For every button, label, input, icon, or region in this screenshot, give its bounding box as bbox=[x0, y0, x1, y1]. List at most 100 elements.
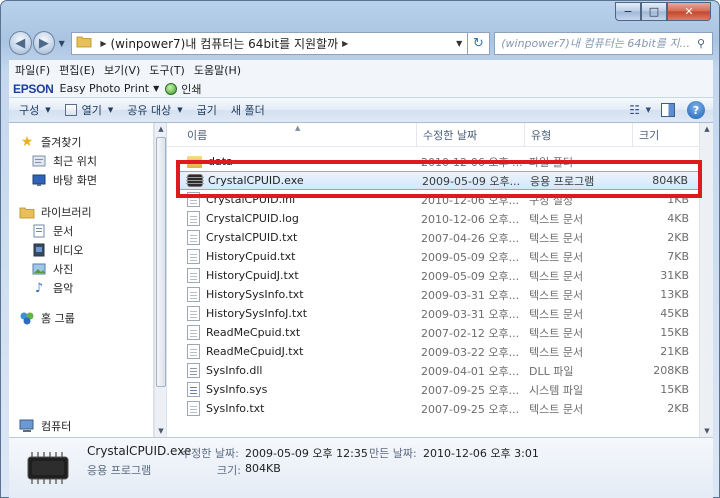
nav-recent[interactable]: 최근 위치 bbox=[31, 152, 97, 170]
maximize-button[interactable]: □ bbox=[641, 2, 667, 21]
view-dropdown-icon[interactable]: ▼ bbox=[646, 106, 651, 114]
homegroup-icon bbox=[19, 311, 35, 325]
text-file-icon bbox=[187, 230, 200, 245]
nav-libraries[interactable]: 라이브러리 bbox=[19, 203, 92, 221]
help-icon[interactable]: ? bbox=[687, 101, 705, 119]
breadcrumb-chevron-icon[interactable]: ▶ bbox=[100, 39, 106, 48]
address-dropdown-icon[interactable]: ▼ bbox=[450, 38, 467, 48]
menu-file[interactable]: 파일(F) bbox=[15, 62, 50, 78]
refresh-icon: ↻ bbox=[473, 35, 484, 51]
file-row[interactable]: CrystalCPUID.txt 2007-04-26 오후... 텍스트 문서 2… bbox=[179, 228, 699, 247]
recent-pages-dropdown[interactable]: ▼ bbox=[56, 39, 67, 48]
preview-pane-icon[interactable] bbox=[661, 103, 675, 117]
file-row[interactable]: SysInfo.dll 2009-04-01 오후... DLL 파일 208KB bbox=[179, 361, 699, 380]
text-file-icon bbox=[187, 249, 200, 264]
close-button[interactable]: ✕ bbox=[667, 2, 711, 21]
file-list-scrollbar[interactable]: ▲ ▼ bbox=[699, 123, 713, 437]
menu-help[interactable]: 도움말(H) bbox=[194, 62, 241, 78]
nav-scrollbar[interactable]: ▲ ▼ bbox=[154, 123, 166, 437]
text-file-icon bbox=[187, 401, 200, 416]
desktop-icon bbox=[31, 173, 47, 187]
refresh-button[interactable]: ↻ bbox=[467, 31, 491, 55]
details-created-label: 만든 날짜: bbox=[369, 447, 417, 460]
print-icon bbox=[165, 82, 178, 95]
nav-favorites[interactable]: ★ 즐겨찾기 bbox=[19, 133, 82, 151]
details-created-value: 2010-12-06 오후 3:01 bbox=[423, 447, 539, 460]
nav-documents[interactable]: 문서 bbox=[31, 222, 73, 240]
breadcrumb-chevron-icon[interactable]: ▶ bbox=[342, 39, 348, 48]
settings-file-icon bbox=[187, 192, 200, 207]
music-icon: ♪ bbox=[34, 280, 44, 296]
details-modified-value: 2009-05-09 오후 12:35 bbox=[245, 447, 368, 460]
file-row[interactable]: HistoryCpuid.txt 2009-05-09 오후... 텍스트 문서 7… bbox=[179, 247, 699, 266]
file-row[interactable]: ReadMeCpuid.txt 2007-02-12 오후... 텍스트 문서 15… bbox=[179, 323, 699, 342]
column-size[interactable]: 크기 bbox=[633, 123, 699, 147]
star-icon: ★ bbox=[20, 134, 34, 150]
column-date[interactable]: 수정한 날짜 bbox=[417, 123, 525, 147]
address-row: ◀ ▶ ▼ ▶ (winpower7)내 컴퓨터는 64bit를 지원할까 ▶ … bbox=[9, 30, 714, 56]
nav-pictures[interactable]: 사진 bbox=[31, 260, 73, 278]
nav-scroll-thumb[interactable] bbox=[156, 137, 166, 387]
epson-app-button[interactable]: Easy Photo Print bbox=[60, 82, 150, 95]
details-pane: CrystalCPUID.exe 응용 프로그램 수정한 날짜: 2009-05… bbox=[9, 437, 713, 498]
file-row-selected[interactable]: CrystalCPUID.exe 2009-05-09 오후... 응용 프로그램… bbox=[179, 171, 699, 190]
breadcrumb-current[interactable]: (winpower7)내 컴퓨터는 64bit를 지원할까 bbox=[111, 35, 339, 52]
nav-music[interactable]: ♪ 음악 bbox=[31, 279, 73, 297]
file-row[interactable]: SysInfo.txt 2007-09-25 오후... 텍스트 문서 2KB bbox=[179, 399, 699, 418]
address-bar[interactable]: ▶ (winpower7)내 컴퓨터는 64bit를 지원할까 ▶ ▼ bbox=[71, 31, 468, 55]
menu-edit[interactable]: 편집(E) bbox=[59, 62, 95, 78]
minimize-button[interactable]: − bbox=[615, 2, 641, 21]
epson-app-dropdown-icon[interactable]: ▼ bbox=[153, 84, 159, 93]
file-row[interactable]: CrystalCPUID.ini 2010-12-06 오후... 구성 설정 1K… bbox=[179, 190, 699, 209]
chip-exe-icon bbox=[186, 175, 204, 186]
folder-icon bbox=[187, 155, 202, 168]
search-input[interactable]: (winpower7)내 컴퓨터는 64bit를 지... ⚲ bbox=[494, 31, 714, 55]
back-arrow-icon: ◀ bbox=[15, 35, 26, 51]
column-name[interactable]: 이름 bbox=[181, 123, 417, 147]
file-list: ▲ 이름 수정한 날짜 유형 크기 data 2010-12-06 오후 ...… bbox=[167, 123, 699, 437]
file-row[interactable]: data 2010-12-06 오후 ... 파일 폴더 bbox=[179, 152, 699, 171]
open-icon bbox=[64, 104, 77, 116]
organize-dropdown-icon: ▼ bbox=[45, 106, 51, 114]
file-row[interactable]: HistorySysInfo.txt 2009-03-31 오후... 텍스트 문… bbox=[179, 285, 699, 304]
library-icon bbox=[19, 205, 35, 219]
scroll-down-icon[interactable]: ▼ bbox=[155, 427, 167, 435]
open-button[interactable]: 열기 ▼ bbox=[64, 102, 114, 118]
file-row[interactable]: HistoryCpuidJ.txt 2009-05-09 오후... 텍스트 문서… bbox=[179, 266, 699, 285]
cpu-chip-icon bbox=[27, 452, 69, 484]
forward-button[interactable]: ▶ bbox=[32, 31, 56, 55]
share-button[interactable]: 공유 대상 ▼ bbox=[127, 102, 182, 118]
organize-button[interactable]: 구성 ▼ bbox=[19, 102, 51, 118]
view-options-icon[interactable]: ☷ bbox=[624, 100, 646, 120]
text-file-icon bbox=[187, 268, 200, 283]
nav-computer[interactable]: 컴퓨터 bbox=[19, 417, 71, 435]
new-folder-button[interactable]: 새 폴더 bbox=[231, 102, 265, 118]
file-row[interactable]: HistorySysInfoJ.txt 2009-03-31 오후... 텍스트 … bbox=[179, 304, 699, 323]
scroll-up-icon[interactable]: ▲ bbox=[155, 125, 167, 133]
column-type[interactable]: 유형 bbox=[525, 123, 633, 147]
back-button[interactable]: ◀ bbox=[9, 31, 32, 55]
burn-button[interactable]: 굽기 bbox=[197, 102, 217, 118]
scroll-up-icon[interactable]: ▲ bbox=[700, 125, 714, 133]
file-row[interactable]: CrystalCPUID.log 2010-12-06 오후... 텍스트 문서 4… bbox=[179, 209, 699, 228]
search-icon[interactable]: ⚲ bbox=[690, 37, 712, 50]
file-row[interactable]: SysInfo.sys 2007-09-25 오후... 시스템 파일 15KB bbox=[179, 380, 699, 399]
pictures-icon bbox=[31, 262, 47, 276]
explorer-window: − □ ✕ ◀ ▶ ▼ ▶ (winpower7)내 컴퓨터는 64bit를 지… bbox=[0, 0, 720, 498]
print-button[interactable]: 인쇄 bbox=[181, 81, 201, 97]
text-file-icon bbox=[187, 211, 200, 226]
menu-view[interactable]: 보기(V) bbox=[104, 62, 140, 78]
recent-places-icon bbox=[31, 154, 47, 168]
nav-desktop[interactable]: 바탕 화면 bbox=[31, 171, 97, 189]
menu-tools[interactable]: 도구(T) bbox=[149, 62, 185, 78]
open-dropdown-icon: ▼ bbox=[107, 106, 114, 114]
scroll-down-icon[interactable]: ▼ bbox=[700, 427, 714, 435]
nav-videos[interactable]: 비디오 bbox=[31, 241, 83, 259]
forward-arrow-icon: ▶ bbox=[38, 35, 49, 51]
details-size-label: 크기: bbox=[217, 464, 241, 477]
nav-homegroup[interactable]: 홈 그룹 bbox=[19, 309, 75, 327]
file-row[interactable]: ReadMeCpuidJ.txt 2009-03-22 오후... 텍스트 문서 2… bbox=[179, 342, 699, 361]
column-headers: ▲ 이름 수정한 날짜 유형 크기 bbox=[167, 123, 699, 147]
epson-logo: EPSON bbox=[13, 81, 54, 96]
epson-toolbar: EPSON Easy Photo Print ▼ 인쇄 bbox=[9, 80, 713, 97]
